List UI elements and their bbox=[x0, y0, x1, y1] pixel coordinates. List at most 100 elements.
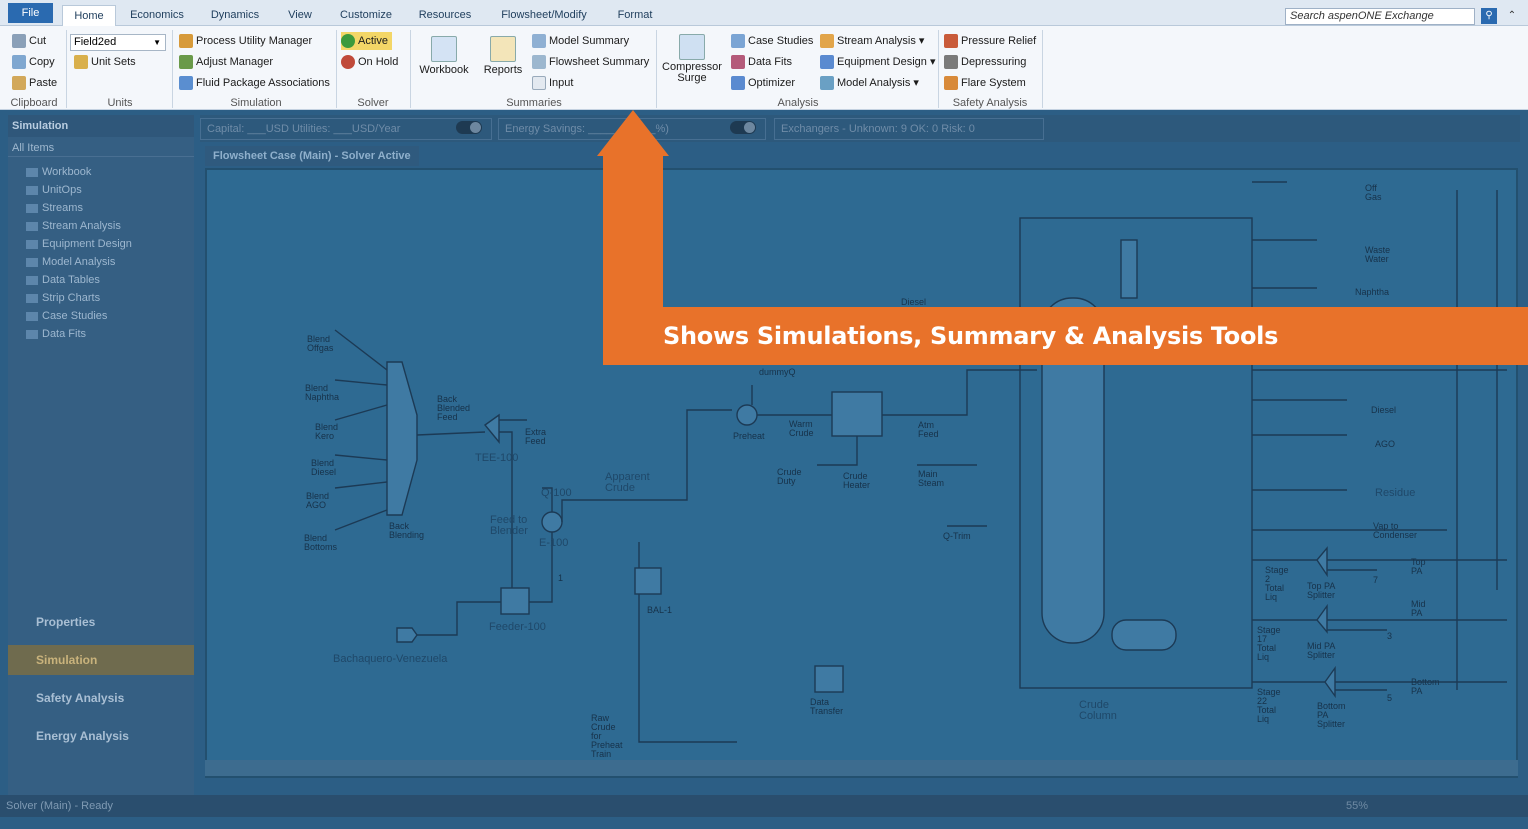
stream-label-blend-offgas: Blend Offgas bbox=[307, 334, 334, 353]
stream-label-bachaquero: Bachaquero-Venezuela bbox=[333, 653, 448, 665]
copy-label: Copy bbox=[29, 56, 55, 68]
unit-set-select[interactable]: Field2ed ▼ bbox=[70, 34, 166, 51]
nav-simulation[interactable]: Simulation bbox=[8, 645, 194, 675]
nav-safety-analysis[interactable]: Safety Analysis bbox=[8, 683, 194, 713]
optimizer-button[interactable]: Optimizer bbox=[731, 74, 795, 92]
energy-toggle[interactable] bbox=[730, 121, 756, 134]
horizontal-scrollbar[interactable] bbox=[205, 760, 1518, 776]
unit-label-tee-100: TEE-100 bbox=[475, 452, 519, 464]
flare-system-button[interactable]: Flare System bbox=[944, 74, 1026, 92]
folder-icon bbox=[26, 185, 38, 195]
product-label-naphtha: Naphtha bbox=[1355, 287, 1390, 297]
preheat-exchanger bbox=[736, 404, 758, 426]
model-summary-button[interactable]: Model Summary bbox=[532, 32, 629, 50]
folder-icon bbox=[26, 239, 38, 249]
flowsheet-summary-button[interactable]: Flowsheet Summary bbox=[532, 53, 649, 71]
capital-toggle[interactable] bbox=[456, 121, 482, 134]
data-fits-button[interactable]: Data Fits bbox=[731, 53, 792, 71]
tab-home[interactable]: Home bbox=[62, 5, 116, 26]
stream-label-atm-feed: Atm Feed bbox=[918, 420, 939, 439]
column-top-tank bbox=[1120, 239, 1138, 299]
bottom-pa-splitter bbox=[1324, 665, 1336, 699]
pressure-relief-label: Pressure Relief bbox=[961, 35, 1037, 47]
zoom-level[interactable]: 55% bbox=[1346, 795, 1368, 817]
adjust-label: Adjust Manager bbox=[196, 56, 274, 68]
group-separator bbox=[656, 30, 657, 108]
tree-item-label: Stream Analysis bbox=[42, 220, 121, 232]
unit-label-back-blending: Back Blending bbox=[389, 521, 425, 540]
tab-dynamics[interactable]: Dynamics bbox=[204, 5, 266, 26]
cut-button[interactable]: Cut bbox=[12, 32, 46, 50]
copy-button[interactable]: Copy bbox=[12, 53, 55, 71]
collapse-ribbon-icon[interactable]: ⌃ bbox=[1504, 8, 1520, 24]
chevron-down-icon: ▼ bbox=[153, 38, 161, 47]
group-label-solver: Solver bbox=[357, 97, 389, 109]
folder-icon bbox=[26, 293, 38, 303]
column-reboiler bbox=[1111, 619, 1177, 651]
compressor-surge-button[interactable]: Compressor Surge bbox=[660, 34, 724, 84]
tree-item-case-studies[interactable]: Case Studies bbox=[26, 307, 191, 325]
unit-sets-button[interactable]: Unit Sets bbox=[74, 53, 136, 71]
tree-item-workbook[interactable]: Workbook bbox=[26, 163, 191, 181]
tree-item-strip-charts[interactable]: Strip Charts bbox=[26, 289, 191, 307]
pum-label: Process Utility Manager bbox=[196, 35, 313, 47]
nav-properties[interactable]: Properties bbox=[8, 607, 194, 637]
adjust-manager-button[interactable]: Adjust Manager bbox=[179, 53, 273, 71]
tree-item-label: Data Tables bbox=[42, 274, 100, 286]
product-label-off-gas: Off Gas bbox=[1365, 183, 1382, 202]
on-hold-label: On Hold bbox=[358, 56, 399, 68]
flowsheet-canvas[interactable]: Blend Offgas Blend Naphtha Blend Kero Bl… bbox=[205, 168, 1518, 778]
group-separator bbox=[1042, 30, 1043, 108]
group-separator bbox=[336, 30, 337, 108]
folder-icon bbox=[26, 257, 38, 267]
tab-resources[interactable]: Resources bbox=[412, 5, 478, 26]
tree-item-streams[interactable]: Streams bbox=[26, 199, 191, 217]
status-bar: Solver (Main) - Ready 55% bbox=[0, 795, 1528, 817]
tree-item-label: Model Analysis bbox=[42, 256, 116, 268]
depressuring-button[interactable]: Depressuring bbox=[944, 53, 1026, 71]
equipment-design-label: Equipment Design bbox=[837, 56, 927, 68]
flowsheet-doc-tab[interactable]: Flowsheet Case (Main) - Solver Active bbox=[205, 146, 419, 166]
stream-analysis-label: Stream Analysis bbox=[837, 35, 916, 47]
reports-button[interactable]: Reports bbox=[478, 36, 528, 76]
stream-label-stage-17: Stage 17 Total Liq bbox=[1257, 625, 1281, 662]
status-text: Solver (Main) - Ready bbox=[6, 800, 113, 812]
nav-energy-analysis[interactable]: Energy Analysis bbox=[8, 721, 194, 751]
group-label-simulation: Simulation bbox=[230, 97, 282, 109]
pressure-relief-button[interactable]: Pressure Relief bbox=[944, 32, 1036, 50]
tree-item-equipment-design[interactable]: Equipment Design bbox=[26, 235, 191, 253]
equipment-design-button[interactable]: Equipment Design ▾ bbox=[820, 53, 935, 71]
tab-customize[interactable]: Customize bbox=[334, 5, 398, 26]
solver-active-button[interactable]: Active bbox=[341, 32, 392, 50]
tree-item-data-fits[interactable]: Data Fits bbox=[26, 325, 191, 343]
process-utility-manager-button[interactable]: Process Utility Manager bbox=[179, 32, 312, 50]
model-summary-icon bbox=[532, 34, 546, 49]
stream-label-blend-ago: Blend AGO bbox=[306, 491, 330, 510]
tree-item-unitops[interactable]: UnitOps bbox=[26, 181, 191, 199]
model-analysis-button[interactable]: Model Analysis ▾ bbox=[820, 74, 919, 92]
case-studies-button[interactable]: Case Studies bbox=[731, 32, 813, 50]
workbook-label: Workbook bbox=[419, 64, 469, 76]
tab-flowsheet-modify[interactable]: Flowsheet/Modify bbox=[492, 5, 596, 26]
workbook-button[interactable]: Workbook bbox=[414, 36, 474, 76]
ribbon-tab-bar: File Home Economics Dynamics View Custom… bbox=[0, 0, 1528, 26]
solver-on-hold-button[interactable]: On Hold bbox=[341, 53, 398, 71]
tab-view[interactable]: View bbox=[280, 5, 320, 26]
product-label-vap-to-condenser: Vap to Condenser bbox=[1373, 521, 1418, 540]
tab-format[interactable]: Format bbox=[610, 5, 660, 26]
tab-economics[interactable]: Economics bbox=[124, 5, 190, 26]
stream-analysis-button[interactable]: Stream Analysis ▾ bbox=[820, 32, 924, 50]
paste-button[interactable]: Paste bbox=[12, 74, 57, 92]
navigation-filter[interactable]: All Items bbox=[8, 139, 194, 157]
tree-item-data-tables[interactable]: Data Tables bbox=[26, 271, 191, 289]
tree-item-stream-analysis[interactable]: Stream Analysis bbox=[26, 217, 191, 235]
tree-item-model-analysis[interactable]: Model Analysis bbox=[26, 253, 191, 271]
tab-file[interactable]: File bbox=[8, 3, 53, 23]
flowsheet-summary-label: Flowsheet Summary bbox=[549, 56, 650, 68]
search-input[interactable]: Search aspenONE Exchange bbox=[1285, 8, 1475, 25]
fluid-package-associations-button[interactable]: Fluid Package Associations bbox=[179, 74, 330, 92]
stream-label-apparent-crude: Apparent Crude bbox=[605, 471, 650, 494]
input-button[interactable]: Input bbox=[532, 74, 573, 92]
search-icon[interactable]: ⚲ bbox=[1481, 8, 1497, 24]
input-label: Input bbox=[549, 77, 574, 89]
